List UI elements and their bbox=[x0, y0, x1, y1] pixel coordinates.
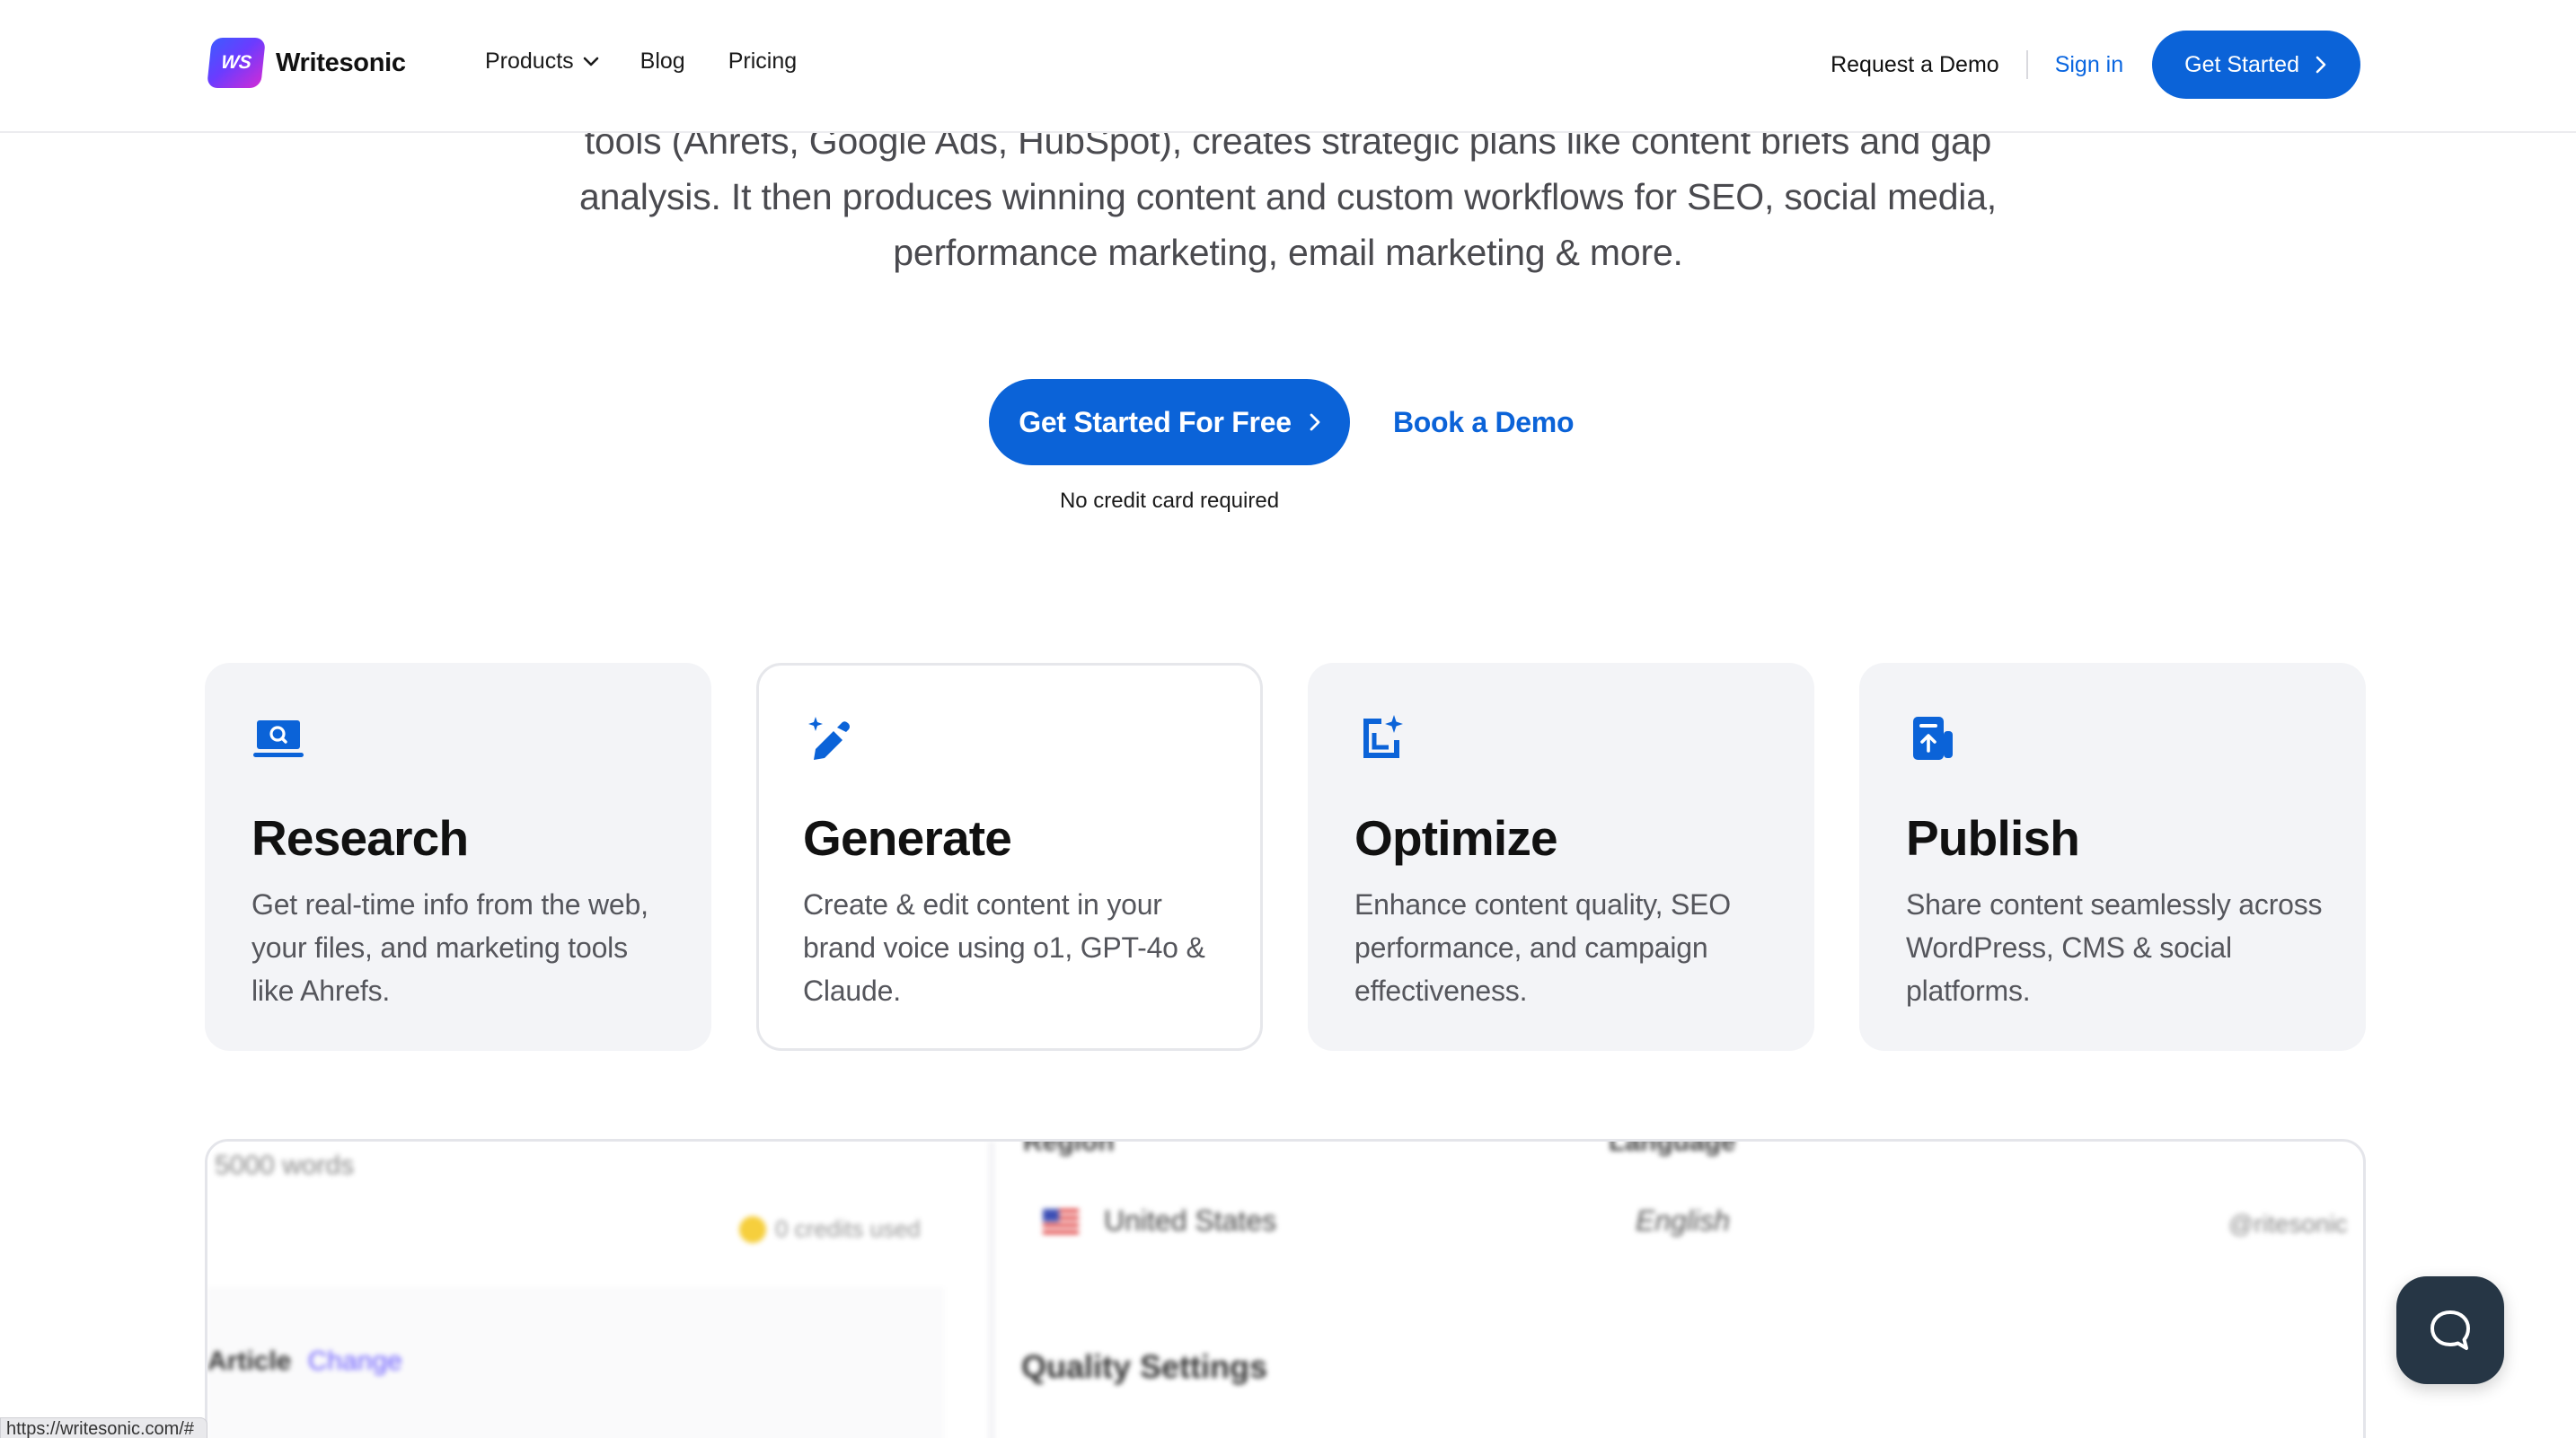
logo-mark: WS bbox=[207, 38, 266, 88]
card-generate[interactable]: Generate Create & edit content in your b… bbox=[756, 663, 1263, 1051]
preview-credits: 0 credits used bbox=[739, 1215, 921, 1243]
preview-article: Article Change bbox=[207, 1346, 402, 1377]
card-description: Get real-time info from the web, your fi… bbox=[251, 888, 648, 1007]
card-optimize[interactable]: Optimize Enhance content quality, SEO pe… bbox=[1308, 663, 1814, 1051]
get-started-free-button[interactable]: Get Started For Free bbox=[989, 379, 1350, 465]
coin-icon bbox=[739, 1215, 766, 1243]
preview-separator bbox=[989, 1142, 994, 1438]
document-sparkle-icon bbox=[1363, 715, 1403, 758]
laptop-search-icon bbox=[253, 720, 304, 757]
no-credit-card-note: No credit card required bbox=[1059, 489, 1280, 513]
hero-line-2: analysis. It then produces winning conte… bbox=[578, 176, 1998, 217]
nav-pricing[interactable]: Pricing bbox=[728, 49, 797, 75]
card-description: Share content seamlessly across WordPres… bbox=[1906, 888, 2323, 1007]
hero-line-3: performance marketing, email marketing &… bbox=[893, 232, 1683, 273]
card-title: Research bbox=[251, 810, 469, 866]
get-started-label: Get Started bbox=[2184, 51, 2299, 77]
us-flag-icon bbox=[1043, 1208, 1079, 1234]
hero-description: tools (Ahrefs, Google Ads, HubSpot), cre… bbox=[390, 113, 2186, 280]
card-title: Optimize bbox=[1354, 810, 1558, 866]
chevron-down-icon bbox=[583, 57, 598, 66]
get-started-free-label: Get Started For Free bbox=[1019, 405, 1292, 438]
logo[interactable]: WS Writesonic bbox=[207, 38, 406, 88]
main-nav: Products Blog Pricing bbox=[485, 49, 797, 75]
preview-region-label: Region bbox=[1023, 1139, 1115, 1157]
chevron-right-icon bbox=[1310, 413, 1320, 431]
page: WS Writesonic Products Blog Pricing Requ… bbox=[0, 0, 2576, 1438]
chevron-right-icon bbox=[2316, 56, 2326, 74]
magic-pen-icon bbox=[808, 717, 850, 760]
preview-region-select: United States bbox=[1043, 1204, 1276, 1238]
nav-actions: Request a Demo Sign in Get Started bbox=[1831, 31, 2360, 99]
card-title: Publish bbox=[1906, 810, 2080, 866]
preview-credits-label: 0 credits used bbox=[775, 1215, 921, 1242]
card-research[interactable]: Research Get real-time info from the web… bbox=[205, 663, 711, 1051]
preview-quality-settings: Quality Settings bbox=[1021, 1348, 1268, 1385]
preview-change-link: Change bbox=[307, 1346, 402, 1376]
nav-blog[interactable]: Blog bbox=[640, 49, 685, 75]
card-description: Enhance content quality, SEO performance… bbox=[1354, 888, 1731, 1007]
card-description: Create & edit content in your brand voic… bbox=[803, 888, 1205, 1007]
preview-far-right-text: @ritesonic bbox=[2228, 1210, 2348, 1238]
get-started-button[interactable]: Get Started bbox=[2152, 31, 2360, 99]
nav-products-label: Products bbox=[485, 49, 574, 74]
request-demo-link[interactable]: Request a Demo bbox=[1831, 52, 1999, 78]
preview-word-count: 5000 words bbox=[215, 1151, 355, 1180]
logo-text: Writesonic bbox=[276, 48, 406, 77]
chat-widget-button[interactable] bbox=[2396, 1276, 2504, 1384]
status-bar-url: https://writesonic.com/# bbox=[0, 1417, 207, 1438]
sign-in-link[interactable]: Sign in bbox=[2055, 52, 2123, 78]
publish-document-icon bbox=[1913, 717, 1953, 760]
card-title: Generate bbox=[803, 810, 1012, 866]
preview-language-label: Language bbox=[1609, 1139, 1736, 1157]
card-publish[interactable]: Publish Share content seamlessly across … bbox=[1859, 663, 2366, 1051]
product-preview: 5000 words 0 credits used Article Change… bbox=[205, 1139, 2366, 1438]
preview-content: 5000 words 0 credits used Article Change… bbox=[207, 1142, 2363, 1438]
feature-cards: Research Get real-time info from the web… bbox=[205, 663, 2366, 1051]
cta-row: Get Started For Free Book a Demo bbox=[989, 379, 1574, 465]
preview-article-label: Article bbox=[207, 1346, 292, 1376]
top-navbar: WS Writesonic Products Blog Pricing Requ… bbox=[0, 0, 2576, 133]
nav-products[interactable]: Products bbox=[485, 49, 599, 75]
chat-bubble-icon bbox=[2430, 1310, 2470, 1350]
preview-region-value: United States bbox=[1104, 1204, 1277, 1237]
book-demo-link[interactable]: Book a Demo bbox=[1393, 406, 1574, 439]
nav-divider bbox=[2025, 50, 2028, 79]
preview-language-value: English bbox=[1636, 1204, 1730, 1237]
